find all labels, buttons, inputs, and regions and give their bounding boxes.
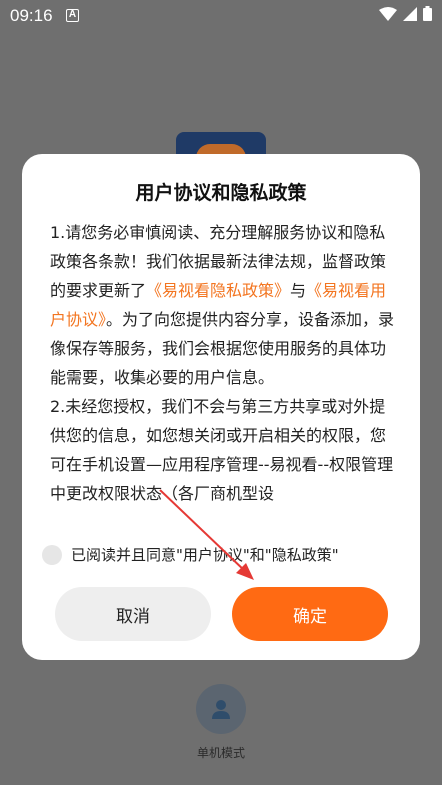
consent-label: 已阅读并且同意"用户协议"和"隐私政策": [71, 546, 339, 564]
status-time: 09:16: [10, 6, 53, 25]
paragraph-1: 1.请您务必审慎阅读、充分理解服务协议和隐私政策各条款！我们依据最新法律法规，监…: [50, 218, 396, 392]
offline-mode-label: 单机模式: [196, 746, 245, 760]
user-icon: [212, 700, 230, 719]
wifi-icon: [379, 6, 397, 21]
cancel-button[interactable]: 取消: [55, 587, 211, 641]
paragraph-1-text-b: 与: [290, 281, 307, 300]
offline-mode-button[interactable]: [196, 684, 246, 734]
dialog-body: 1.请您务必审慎阅读、充分理解服务协议和隐私政策各条款！我们依据最新法律法规，监…: [50, 218, 396, 532]
signal-icon: [403, 6, 417, 21]
consent-radio[interactable]: [42, 544, 62, 565]
notification-a-icon: A: [66, 9, 79, 22]
paragraph-2: 2.未经您授权，我们不会与第三方共享或对外提供您的信息，如您想关闭或开启相关的权…: [50, 397, 394, 503]
consent-row[interactable]: 已阅读并且同意"用户协议"和"隐私政策": [42, 544, 339, 565]
dialog-title: 用户协议和隐私政策: [135, 182, 307, 204]
battery-icon: [423, 6, 432, 21]
privacy-dialog: 用户协议和隐私政策 1.请您务必审慎阅读、充分理解服务协议和隐私政策各条款！我们…: [22, 154, 420, 660]
status-bar: 09:16 A: [0, 0, 442, 32]
privacy-policy-link[interactable]: 《易视看隐私政策》: [146, 281, 290, 300]
confirm-button[interactable]: 确定: [232, 587, 388, 641]
status-icons: [379, 6, 432, 21]
